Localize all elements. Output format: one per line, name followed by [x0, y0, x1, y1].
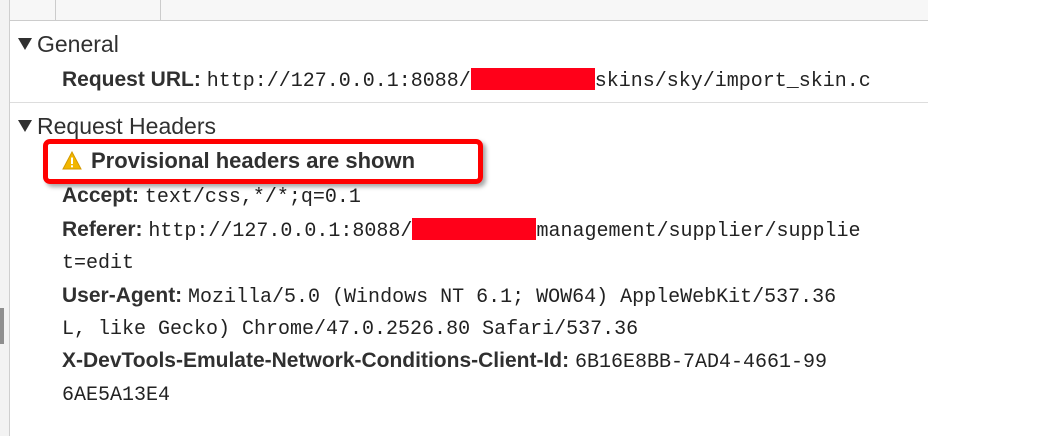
user-agent-value: Mozilla/5.0 (Windows NT 6.1; WOW64) Appl… — [188, 286, 837, 309]
devtools-tab-strip — [10, 0, 928, 21]
accept-header-row: Accept: text/css,*/*;q=0.1 — [62, 181, 361, 211]
client-id-header-row-cont: 6AE5A13E4 — [62, 379, 170, 409]
headers-panel: General Request URL: http://127.0.0.1:80… — [10, 21, 928, 436]
user-agent-header-row-cont: L, like Gecko) Chrome/47.0.2526.80 Safar… — [62, 313, 638, 343]
referer-value-end: management/supplier/supplie — [536, 220, 861, 243]
redaction-bar — [470, 68, 595, 90]
referer-key: Referer: — [62, 218, 143, 241]
referer-value-cont: t=edit — [62, 252, 135, 275]
section-divider — [10, 102, 928, 103]
left-panel-edge — [0, 0, 10, 436]
expand-triangle-icon[interactable] — [18, 120, 32, 132]
user-agent-value-cont: L, like Gecko) Chrome/47.0.2526.80 Safar… — [62, 318, 639, 341]
highlight-callout-box — [43, 139, 483, 184]
client-id-header-row: X-DevTools-Emulate-Network-Conditions-Cl… — [62, 346, 827, 376]
user-agent-header-row: User-Agent: Mozilla/5.0 (Windows NT 6.1;… — [62, 281, 836, 311]
expand-triangle-icon[interactable] — [18, 38, 32, 50]
accept-value: text/css,*/*;q=0.1 — [144, 186, 361, 209]
tab-divider — [160, 0, 161, 20]
tab-divider — [55, 0, 56, 20]
section-request-headers-title: Request Headers — [37, 113, 216, 139]
request-url-value-end: skins/sky/import_skin.c — [594, 70, 871, 93]
section-general-header[interactable]: General — [18, 29, 119, 59]
referer-header-row-cont: t=edit — [62, 247, 134, 277]
section-general-title: General — [37, 31, 119, 57]
client-id-key: X-DevTools-Emulate-Network-Conditions-Cl… — [62, 349, 570, 372]
request-url-value-start: http://127.0.0.1:8088/ — [206, 70, 471, 93]
request-url-row: Request URL: http://127.0.0.1:8088/skins… — [62, 65, 871, 95]
referer-value-start: http://127.0.0.1:8088/ — [148, 220, 413, 243]
referer-header-row: Referer: http://127.0.0.1:8088/managemen… — [62, 215, 861, 245]
client-id-value-cont: 6AE5A13E4 — [62, 384, 171, 407]
scrollbar-thumb[interactable] — [0, 308, 4, 344]
redaction-bar — [412, 218, 537, 240]
section-request-headers-header[interactable]: Request Headers — [18, 111, 216, 141]
request-url-key: Request URL: — [62, 68, 201, 91]
accept-key: Accept: — [62, 184, 140, 207]
user-agent-key: User-Agent: — [62, 284, 183, 307]
client-id-value: 6B16E8BB-7AD4-4661-99 — [574, 351, 827, 374]
